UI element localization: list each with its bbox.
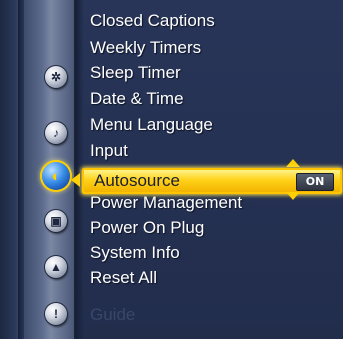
tv-osd-menu: ✲ ♪ ◐ ▣ ▲ ! Closed Captions Weekly Timer…	[0, 0, 343, 339]
autosource-label: Autosource	[94, 171, 180, 190]
menu-item-weekly-timers[interactable]: Weekly Timers	[90, 37, 201, 59]
category-icon-column: ✲ ♪ ◐ ▣ ▲ !	[16, 0, 76, 339]
menu-item-menu-language[interactable]: Menu Language	[90, 114, 213, 136]
lock-icon[interactable]: ▲	[45, 256, 67, 278]
menu-item-system-info[interactable]: System Info	[90, 242, 180, 264]
setup-icon[interactable]: ◐	[42, 162, 70, 190]
menu-item-guide[interactable]: Guide	[90, 304, 135, 326]
menu-item-autosource[interactable]: Autosource ON	[82, 168, 342, 194]
selection-pointer-icon	[71, 173, 80, 187]
lock-glyph: ▲	[50, 260, 62, 274]
settings-glyph: ✲	[50, 70, 62, 84]
arrow-down-icon[interactable]	[286, 192, 300, 200]
autosource-value-badge[interactable]: ON	[296, 173, 334, 191]
settings-icon[interactable]: ✲	[45, 66, 67, 88]
menu-item-sleep-timer[interactable]: Sleep Timer	[90, 62, 181, 84]
setup-glyph: ◐	[51, 167, 61, 185]
menu-item-power-management[interactable]: Power Management	[90, 192, 242, 214]
menu-item-date-time[interactable]: Date & Time	[90, 88, 184, 110]
info-icon[interactable]: !	[45, 303, 67, 325]
audio-glyph: ♪	[53, 126, 59, 140]
info-glyph: !	[54, 307, 58, 321]
menu-item-closed-captions[interactable]: Closed Captions	[90, 10, 215, 32]
arrow-up-icon[interactable]	[286, 159, 300, 167]
menu-item-power-on-plug[interactable]: Power On Plug	[90, 217, 204, 239]
left-rail	[0, 0, 16, 339]
tv-glyph: ▣	[50, 214, 62, 228]
audio-icon[interactable]: ♪	[45, 122, 67, 144]
tv-icon[interactable]: ▣	[45, 210, 67, 232]
menu-item-reset-all[interactable]: Reset All	[90, 267, 157, 289]
menu-item-input[interactable]: Input	[90, 140, 128, 162]
